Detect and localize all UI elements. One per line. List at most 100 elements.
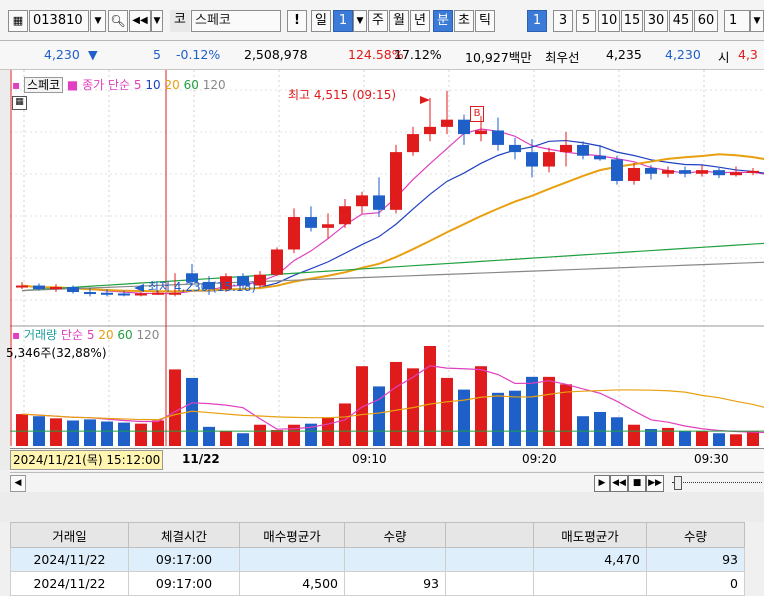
col-trade-date: 거래일	[10, 522, 129, 548]
volume-bar	[50, 418, 62, 446]
period-year[interactable]: 년	[410, 10, 430, 32]
minute-60[interactable]: 60	[694, 10, 718, 32]
code-input[interactable]: 013810	[29, 10, 89, 32]
count-select[interactable]: 1	[724, 10, 750, 32]
zoom-slider-handle[interactable]	[674, 476, 682, 490]
period-count-dropdown-icon[interactable]: ▼	[353, 10, 367, 32]
legend-stock-name[interactable]: 스페코	[23, 77, 64, 93]
period-week[interactable]: 주	[368, 10, 388, 32]
legend-marker-icon: ▪	[12, 78, 21, 92]
cell-buy-qty: 93	[344, 571, 446, 596]
price-change: 5	[153, 47, 161, 62]
period-tick[interactable]: 틱	[475, 10, 495, 32]
crosshair-time-label: 2024/11/21(목) 15:12:00	[10, 450, 164, 470]
candle-body	[696, 170, 708, 174]
alert-button[interactable]: !	[287, 10, 307, 32]
code-dropdown-icon[interactable]: ▼	[90, 10, 106, 32]
table-toggle-icon[interactable]: ▦	[12, 96, 27, 110]
period-second[interactable]: 초	[454, 10, 474, 32]
volume-bar	[169, 369, 181, 446]
best-quote-label: 최우선	[545, 50, 580, 65]
legend-ma20: 20	[164, 78, 180, 92]
chart-scroll-bar[interactable]: ◀ ▶ ◀◀ ■ ▶▶	[10, 472, 764, 493]
cell-blank	[445, 571, 534, 596]
minute-5[interactable]: 5	[576, 10, 596, 32]
scroll-last-icon[interactable]: ▶▶	[646, 475, 664, 492]
volume-bar	[152, 420, 164, 446]
candle-body	[50, 286, 62, 290]
candle-body	[424, 126, 436, 135]
volume-bar	[679, 431, 691, 446]
volume-bar	[747, 431, 759, 446]
minute-1[interactable]: 1	[527, 10, 547, 32]
scroll-left-icon[interactable]: ◀	[10, 475, 26, 492]
cell-buy-qty	[344, 547, 446, 572]
volume-bar	[611, 417, 623, 446]
volume-bar	[356, 366, 368, 446]
volume-bar	[339, 403, 351, 446]
candle-body	[118, 293, 130, 296]
col-blank	[445, 522, 534, 548]
minute-15[interactable]: 15	[621, 10, 643, 32]
volume-bar	[118, 422, 130, 446]
minute-30[interactable]: 30	[644, 10, 668, 32]
price-change-pct: -0.12%	[176, 47, 221, 62]
candle-body	[288, 217, 300, 250]
candle-body	[713, 170, 725, 176]
volume-bar	[509, 390, 521, 446]
price-chart-area[interactable]: ▪ 스페코 ■ 종가 단순 5 10 20 60 120 ▦ 최고 4,515 …	[6, 70, 764, 448]
period-day[interactable]: 일	[311, 10, 331, 32]
count-dropdown-icon[interactable]: ▼	[750, 10, 764, 32]
ma120-line	[21, 261, 764, 292]
legend-ma10: 10	[145, 78, 161, 92]
volume-bar	[254, 424, 266, 446]
buy-signal-marker[interactable]: B	[470, 106, 484, 122]
volume-legend-ma20: 20	[98, 328, 114, 342]
volume-bar	[237, 433, 249, 446]
cell-sell-avg: 4,470	[533, 547, 647, 572]
volume-bar	[458, 389, 470, 446]
chart-menu-icon[interactable]: ▦	[8, 10, 28, 32]
high-arrow-icon	[420, 96, 430, 104]
search-icon[interactable]: 🔍︎	[108, 10, 128, 32]
volume-legend-kind: 단순	[60, 328, 84, 342]
table-row[interactable]: 2024/11/22 09:17:00 4,500 93 0	[10, 571, 745, 596]
period-day-count[interactable]: 1	[333, 10, 353, 32]
candle-body	[373, 195, 385, 210]
speaker-dropdown-icon[interactable]: ▼	[151, 10, 163, 32]
candle-body	[84, 292, 96, 295]
volume-bar	[543, 376, 555, 446]
scroll-stop-icon[interactable]: ■	[628, 475, 646, 492]
candle-body	[305, 217, 317, 228]
candle-body	[16, 285, 28, 288]
candle-body	[679, 170, 691, 174]
candle-body	[543, 152, 555, 167]
chart-legend: ▪ 스페코 ■ 종가 단순 5 10 20 60 120	[12, 76, 226, 93]
zoom-slider[interactable]	[672, 482, 762, 483]
minute-10[interactable]: 10	[598, 10, 620, 32]
x-tick-0920: 09:20	[522, 452, 557, 466]
x-tick-0910: 09:10	[352, 452, 387, 466]
candle-body	[67, 286, 79, 293]
candle-body	[611, 159, 623, 181]
period-month[interactable]: 월	[389, 10, 409, 32]
candle-body	[662, 170, 674, 174]
legend-ma60: 60	[183, 78, 199, 92]
candle-body	[390, 152, 402, 210]
scroll-play-icon[interactable]: ▶	[594, 475, 610, 492]
table-row[interactable]: 2024/11/22 09:17:00 4,470 93	[10, 547, 745, 572]
scroll-first-icon[interactable]: ◀◀	[610, 475, 628, 492]
candlestick-chart[interactable]	[10, 70, 764, 448]
candle-body	[322, 224, 334, 228]
volume-bar	[16, 414, 28, 446]
volume-bar	[271, 430, 283, 446]
high-price-label: 최고 4,515 (09:15)	[288, 88, 397, 102]
minute-45[interactable]: 45	[669, 10, 693, 32]
candle-body	[747, 170, 759, 173]
candle-body	[475, 130, 487, 135]
speaker-icon[interactable]: ◀◀	[129, 10, 151, 32]
cell-sell-qty: 93	[646, 547, 745, 572]
stock-name-input[interactable]: 스페코	[191, 10, 281, 32]
minute-3[interactable]: 3	[553, 10, 573, 32]
period-minute[interactable]: 분	[433, 10, 453, 32]
